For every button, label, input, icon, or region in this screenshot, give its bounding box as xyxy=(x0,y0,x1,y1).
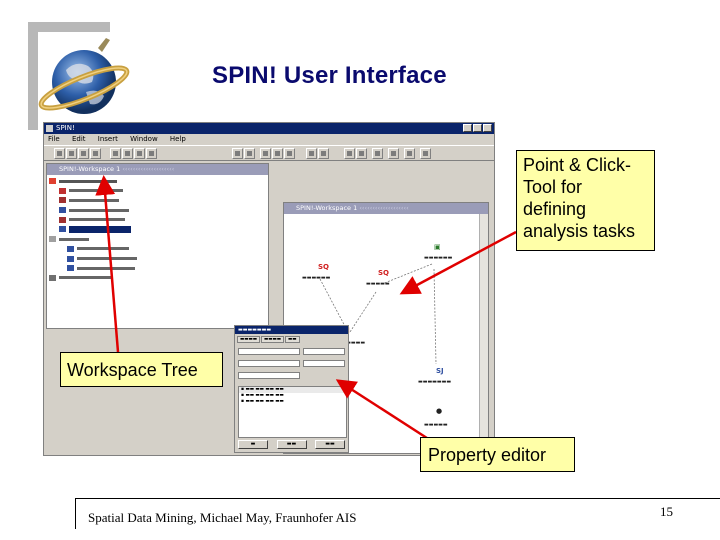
callout-point-click: Point & Click-Tool for defining analysis… xyxy=(516,150,655,251)
arrow-to-property-editor xyxy=(335,379,431,442)
arrow-to-tree xyxy=(95,175,120,353)
arrow-to-canvas xyxy=(399,230,517,295)
annotation-arrows xyxy=(95,175,517,442)
page-number: 15 xyxy=(660,504,673,519)
callout-workspace-tree: Workspace Tree xyxy=(60,352,223,387)
footer-text: Spatial Data Mining, Michael May, Fraunh… xyxy=(88,510,357,525)
callout-property-editor: Property editor xyxy=(420,437,575,472)
